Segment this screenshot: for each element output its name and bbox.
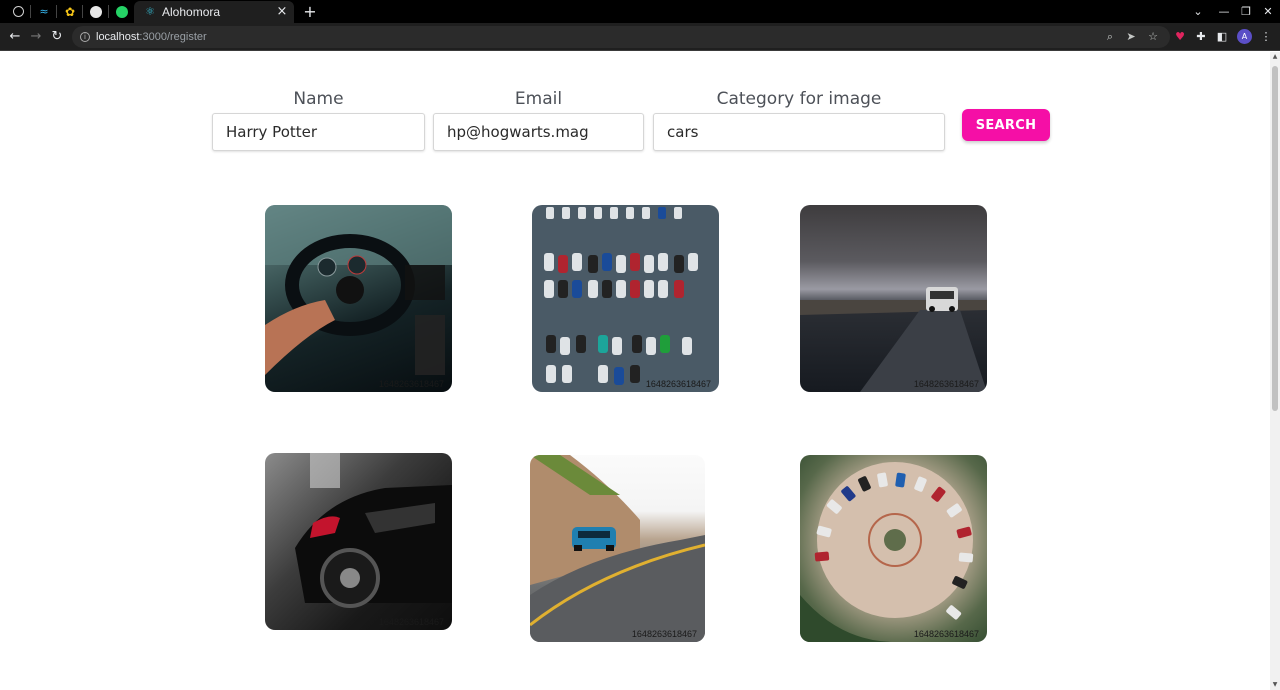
steering-wheel-photo	[265, 205, 452, 375]
menu-kebab-icon[interactable]: ⋮	[1257, 28, 1275, 46]
image-card-parking-lot[interactable]: 1648263618467	[532, 205, 719, 392]
roundabout-photo	[800, 462, 974, 642]
flower-icon: ✿	[64, 4, 76, 19]
image-timestamp: 1648263618467	[913, 379, 979, 389]
tab-divider	[30, 5, 31, 18]
tab-title: Alohomora	[162, 5, 221, 19]
site-info-icon[interactable]: i	[80, 32, 90, 42]
scroll-down-arrow-icon[interactable]: ▼	[1270, 680, 1280, 690]
search-button[interactable]: SEARCH	[962, 109, 1050, 141]
bookmark-star-icon[interactable]: ☆	[1146, 30, 1160, 44]
tab-divider	[56, 5, 57, 18]
tailwind-icon: ≈	[39, 4, 49, 18]
tab-alohomora[interactable]: ⚛ Alohomora ×	[134, 1, 294, 23]
scroll-up-arrow-icon[interactable]: ▲	[1270, 52, 1280, 62]
tab-search-icon[interactable]: ⌄	[1188, 3, 1208, 20]
pinned-tab-settings[interactable]: ✿	[59, 3, 81, 20]
curvy-road-photo	[530, 455, 705, 642]
email-field[interactable]	[433, 113, 644, 151]
pocket-icon[interactable]: ♥	[1171, 28, 1189, 46]
image-timestamp: 1648263618467	[378, 617, 444, 627]
browser-toolbar: ← → ↻ i localhost :3000/register ⌕ ➤ ☆ ♥…	[0, 23, 1280, 51]
tab-divider	[108, 5, 109, 18]
image-card-black-car[interactable]: 1648263618467	[265, 453, 452, 630]
reload-icon[interactable]: ↻	[48, 28, 66, 46]
address-bar[interactable]: i localhost :3000/register ⌕ ➤ ☆	[72, 26, 1170, 48]
page-content: Name Email Category for image SEARCH 164…	[0, 52, 1270, 690]
close-window-icon[interactable]: ✕	[1258, 3, 1278, 20]
whatsapp-icon	[116, 5, 128, 18]
new-tab-button[interactable]: +	[301, 3, 319, 20]
url-host: localhost	[96, 31, 140, 43]
profile-avatar[interactable]: A	[1237, 29, 1252, 44]
email-label: Email	[514, 89, 563, 109]
category-field[interactable]	[653, 113, 945, 151]
restore-icon[interactable]: ❐	[1236, 3, 1256, 20]
name-label: Name	[293, 89, 344, 109]
image-timestamp: 1648263618467	[913, 629, 979, 639]
parking-lot-photo	[544, 207, 698, 385]
url-path: :3000/register	[139, 31, 207, 43]
image-timestamp: 1648263618467	[631, 629, 697, 639]
forward-icon[interactable]: →	[27, 28, 45, 46]
scrollbar-thumb[interactable]	[1272, 66, 1278, 411]
image-timestamp: 1648263618467	[378, 379, 444, 389]
pinned-tab-tailwind[interactable]: ≈	[33, 3, 55, 20]
tab-strip: ≈ ✿ ⚛ Alohomora × + ⌄ — ❐ ✕	[0, 0, 1280, 23]
image-timestamp: 1648263618467	[645, 379, 711, 389]
category-input[interactable]	[654, 114, 944, 150]
github-icon	[12, 6, 24, 17]
email-input[interactable]	[434, 114, 643, 150]
page-scrollbar[interactable]: ▲ ▼	[1270, 52, 1280, 690]
image-card-suv-road[interactable]: 1648263618467	[800, 205, 987, 392]
minimize-icon[interactable]: —	[1214, 3, 1234, 20]
name-field[interactable]	[212, 113, 425, 151]
close-tab-icon[interactable]: ×	[274, 4, 290, 20]
image-card-steering-wheel[interactable]: 1648263618467	[265, 205, 452, 392]
side-panel-icon[interactable]: ◧	[1213, 28, 1231, 46]
globe-icon	[90, 5, 102, 18]
black-car-photo	[295, 453, 452, 608]
suv-road-photo	[800, 287, 987, 392]
category-label: Category for image	[716, 89, 882, 109]
pinned-tab-globe[interactable]	[85, 3, 107, 20]
send-icon[interactable]: ➤	[1124, 30, 1138, 44]
back-icon[interactable]: ←	[6, 28, 24, 46]
react-icon: ⚛	[145, 5, 155, 18]
extensions-icon[interactable]: ✚	[1192, 28, 1210, 46]
image-card-roundabout[interactable]: 1648263618467	[800, 455, 987, 642]
tab-divider	[82, 5, 83, 18]
pinned-tab-whatsapp[interactable]	[111, 3, 133, 20]
zoom-icon[interactable]: ⌕	[1103, 30, 1117, 44]
image-card-curvy-road[interactable]: 1648263618467	[530, 455, 705, 642]
name-input[interactable]	[213, 114, 424, 150]
pinned-tab-github[interactable]	[7, 3, 29, 20]
